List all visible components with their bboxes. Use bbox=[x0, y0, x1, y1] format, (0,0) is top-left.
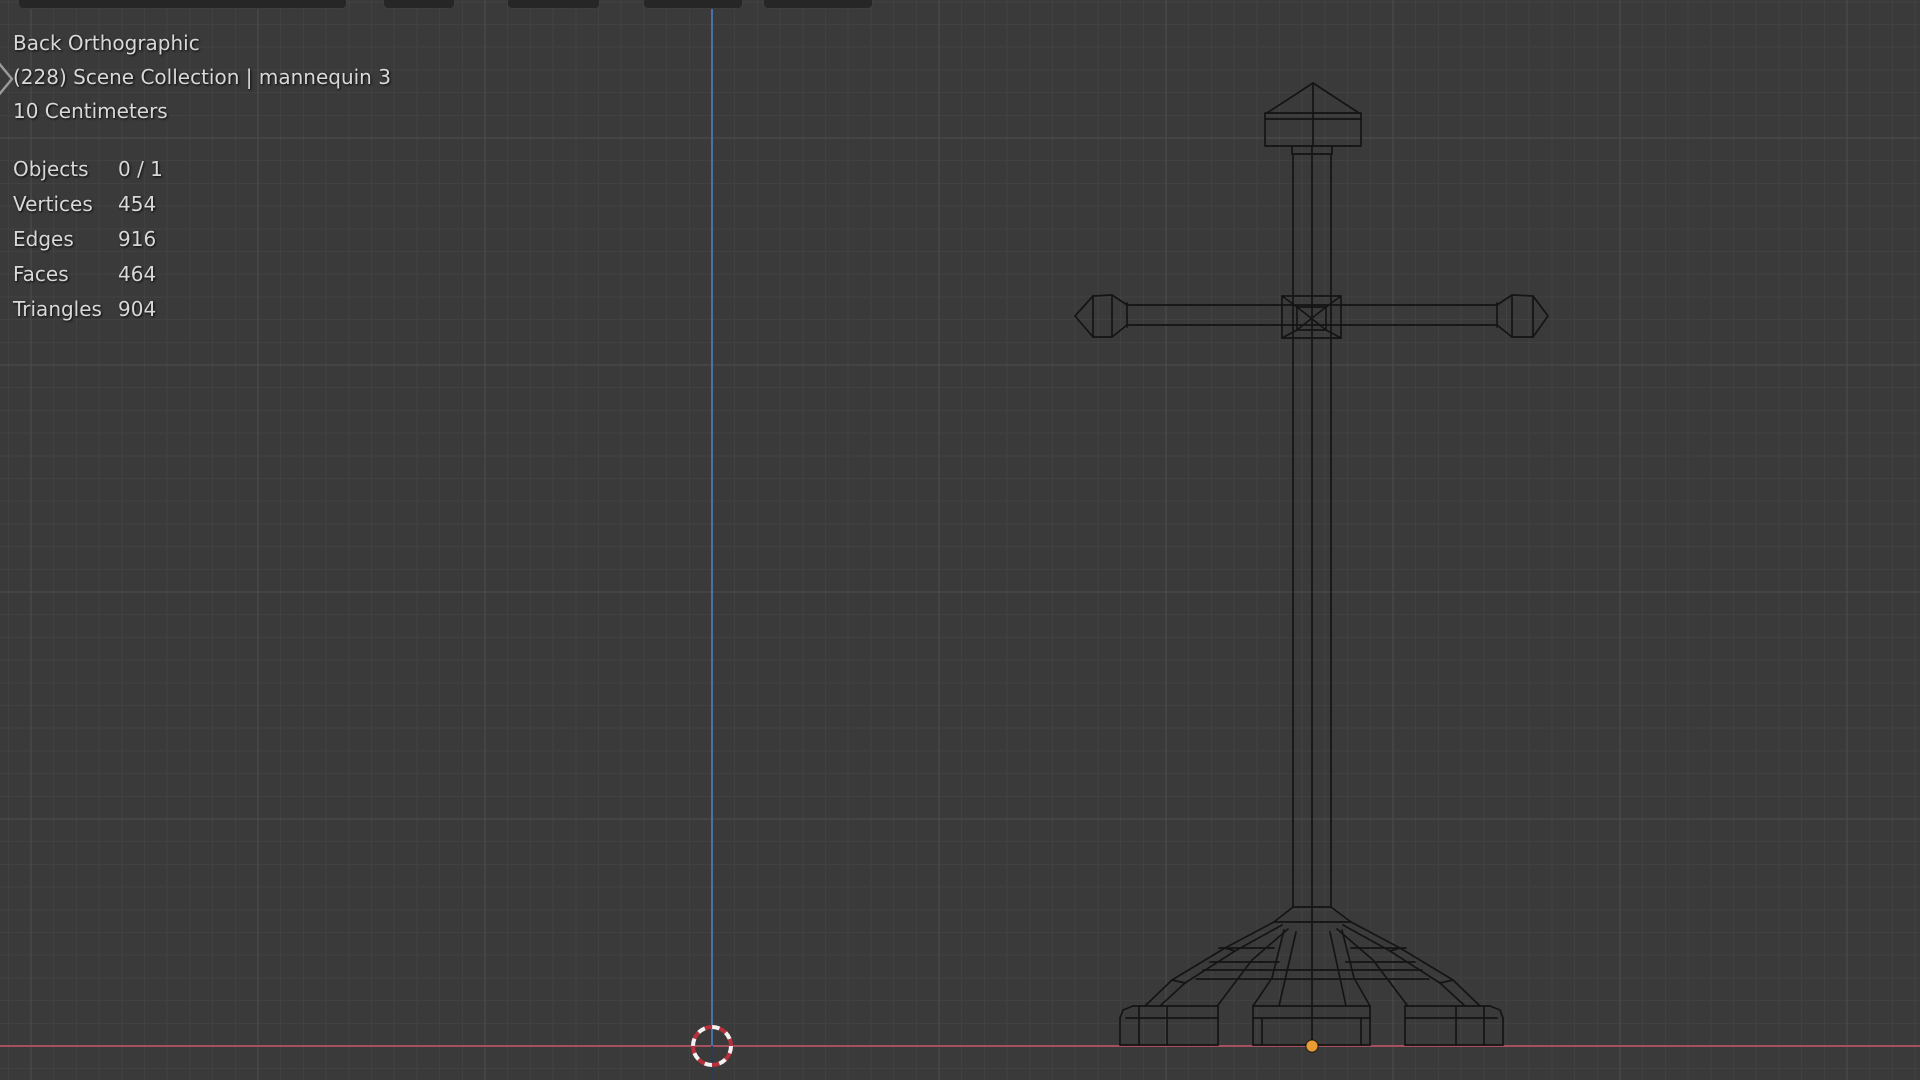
header-widget-clipped[interactable] bbox=[643, 0, 743, 9]
coat-stand-wireframe bbox=[1075, 83, 1548, 1045]
header-widget-clipped[interactable] bbox=[763, 0, 873, 9]
hidden-panel-chevron-icon[interactable] bbox=[0, 56, 20, 102]
3d-viewport[interactable]: Back Orthographic (228) Scene Collection… bbox=[0, 0, 1920, 1080]
object-origin-dot bbox=[1306, 1040, 1318, 1052]
header-widget-clipped[interactable] bbox=[383, 0, 455, 9]
chevron-right-glyph bbox=[0, 61, 12, 97]
header-widget-clipped[interactable] bbox=[18, 0, 347, 9]
grid-minor-lines bbox=[0, 0, 1920, 1080]
header-widget-clipped[interactable] bbox=[507, 0, 600, 9]
viewport-scene-canvas bbox=[0, 0, 1920, 1080]
grid-major-lines bbox=[0, 0, 1920, 1080]
